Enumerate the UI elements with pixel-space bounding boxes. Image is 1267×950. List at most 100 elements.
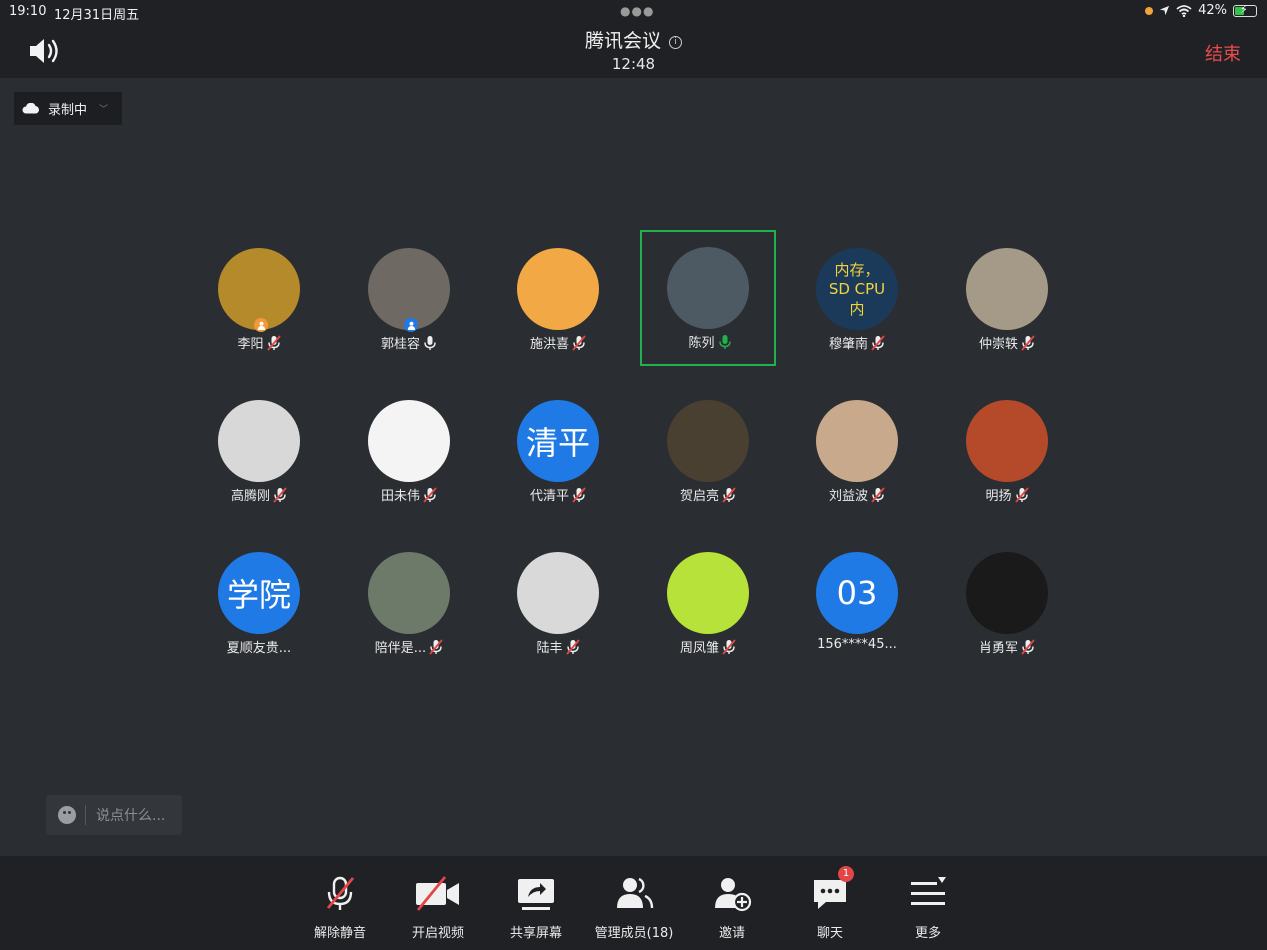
participant-tile[interactable]: 刘益波 <box>782 388 932 528</box>
info-icon[interactable]: i <box>669 36 682 49</box>
participant-name: 贺启亮 <box>679 489 719 504</box>
emoji-icon[interactable] <box>58 806 76 824</box>
unmute-label: 解除静音 <box>313 926 366 941</box>
avatar-text: 内存，SD CPU 内 <box>828 261 886 318</box>
share-screen-label: 共享屏幕 <box>509 926 562 941</box>
chat-placeholder: 说点什么... <box>96 808 166 824</box>
invite-button[interactable]: 邀请 <box>683 856 781 950</box>
mic-muted-icon <box>871 335 885 351</box>
participant-tile[interactable]: 肖勇军 <box>932 540 1082 680</box>
recording-label: 录制中 <box>48 103 88 118</box>
unmute-button[interactable]: 解除静音 <box>291 856 389 950</box>
wifi-icon <box>1176 4 1192 17</box>
start-video-label: 开启视频 <box>411 926 464 941</box>
mic-muted-icon <box>572 487 586 503</box>
members-icon <box>617 877 654 909</box>
status-bar: 19:10 12月31日周五 ●●● 42% ⚡ <box>0 0 1267 24</box>
bottom-toolbar: 解除静音 开启视频 共享屏幕 管理成员(18) 邀请 1 聊天 更多 <box>0 856 1267 950</box>
participant-name-row: 施洪喜 <box>483 333 633 352</box>
cloud-icon <box>22 103 39 114</box>
participant-tile[interactable]: 陈列 <box>640 230 776 366</box>
participant-tile[interactable]: 内存，SD CPU 内穆肇南 <box>782 236 932 376</box>
meeting-title: 腾讯会议 <box>584 30 661 52</box>
avatar <box>816 400 898 482</box>
participant-name-row: 贺启亮 <box>633 485 783 504</box>
end-meeting-button[interactable]: 结束 <box>1205 40 1241 66</box>
mic-in-use-indicator-icon <box>1145 6 1154 15</box>
avatar <box>368 552 450 634</box>
participant-tile[interactable]: 李阳 <box>184 236 334 376</box>
mic-icon <box>424 336 436 350</box>
participant-name: 郭桂容 <box>380 337 420 352</box>
share-screen-icon <box>518 879 554 910</box>
participant-tile[interactable]: 贺启亮 <box>633 388 783 528</box>
participant-tile[interactable]: 明扬 <box>932 388 1082 528</box>
participant-tile[interactable]: 郭桂容 <box>334 236 484 376</box>
chat-label: 聊天 <box>816 926 843 941</box>
multitask-dots-icon[interactable]: ●●● <box>620 4 654 18</box>
participant-name: 田未伟 <box>380 489 420 504</box>
participant-name-row: 肖勇军 <box>932 637 1082 656</box>
avatar <box>667 552 749 634</box>
participant-tile[interactable]: 清平代清平 <box>483 388 633 528</box>
cohost-badge-icon <box>404 318 418 332</box>
participant-name: 高腾刚 <box>230 489 270 504</box>
video-off-icon <box>416 876 459 911</box>
mic-muted-icon <box>722 487 736 503</box>
chat-input[interactable]: 说点什么... <box>46 795 182 835</box>
participant-tile[interactable]: 田未伟 <box>334 388 484 528</box>
avatar <box>517 552 599 634</box>
avatar: 03 <box>816 552 898 634</box>
avatar <box>667 247 749 329</box>
participant-name-row: 代清平 <box>483 485 633 504</box>
participant-tile[interactable]: 周凤雏 <box>633 540 783 680</box>
avatar: 内存，SD CPU 内 <box>816 248 898 330</box>
meeting-header: 腾讯会议 i 12:48 结束 <box>0 24 1267 78</box>
chat-button[interactable]: 1 聊天 <box>781 856 879 950</box>
participant-name: 代清平 <box>529 489 569 504</box>
chevron-down-icon: ﹀ <box>99 105 109 115</box>
location-arrow-icon <box>1160 5 1170 16</box>
participant-tile[interactable]: 学院夏顺友贵... <box>184 540 334 680</box>
participant-name-row: 李阳 <box>184 333 334 352</box>
participant-name-row: 明扬 <box>932 485 1082 504</box>
participant-name: 施洪喜 <box>529 337 569 352</box>
participant-name: 刘益波 <box>828 489 868 504</box>
mic-muted-icon <box>871 487 885 503</box>
invite-label: 邀请 <box>718 926 745 941</box>
participant-name-row: 夏顺友贵... <box>184 637 334 656</box>
more-button[interactable]: 更多 <box>879 856 977 950</box>
meeting-title-block: 腾讯会议 i 12:48 <box>0 26 1267 73</box>
share-screen-button[interactable]: 共享屏幕 <box>487 856 585 950</box>
participant-tile[interactable]: 高腾刚 <box>184 388 334 528</box>
manage-members-button[interactable]: 管理成员(18) <box>585 856 683 950</box>
start-video-button[interactable]: 开启视频 <box>389 856 487 950</box>
chat-unread-badge: 1 <box>838 866 854 882</box>
status-time: 19:10 <box>9 4 47 19</box>
avatar: 学院 <box>218 552 300 634</box>
mic-muted-icon <box>722 639 736 655</box>
recording-dropdown[interactable]: 录制中 ﹀ <box>14 92 122 125</box>
avatar-text: 学院 <box>226 576 291 614</box>
mic-muted-icon <box>1014 487 1029 503</box>
avatar-text: 清平 <box>525 424 590 462</box>
participant-name: 陆丰 <box>536 641 563 656</box>
avatar <box>966 248 1048 330</box>
participant-tile[interactable]: 陪伴是... <box>334 540 484 680</box>
mic-muted-icon <box>273 487 287 503</box>
participant-name: 李阳 <box>237 337 264 352</box>
mic-muted-icon <box>429 639 443 655</box>
participant-name-row: 陆丰 <box>483 637 633 656</box>
participant-tile[interactable]: 陆丰 <box>483 540 633 680</box>
more-menu-icon <box>911 877 946 905</box>
participant-tile[interactable]: 03 156****45... <box>782 540 932 680</box>
participant-tile[interactable]: 施洪喜 <box>483 236 633 376</box>
battery-percent: 42% <box>1198 3 1227 18</box>
battery-icon: ⚡ <box>1233 3 1257 17</box>
mic-muted-icon <box>1021 335 1035 351</box>
participant-tile[interactable]: 仲崇轶 <box>932 236 1082 376</box>
avatar <box>966 552 1048 634</box>
mic-muted-icon <box>565 639 580 655</box>
participant-name: 仲崇轶 <box>978 337 1018 352</box>
participant-name: 周凤雏 <box>679 641 719 656</box>
